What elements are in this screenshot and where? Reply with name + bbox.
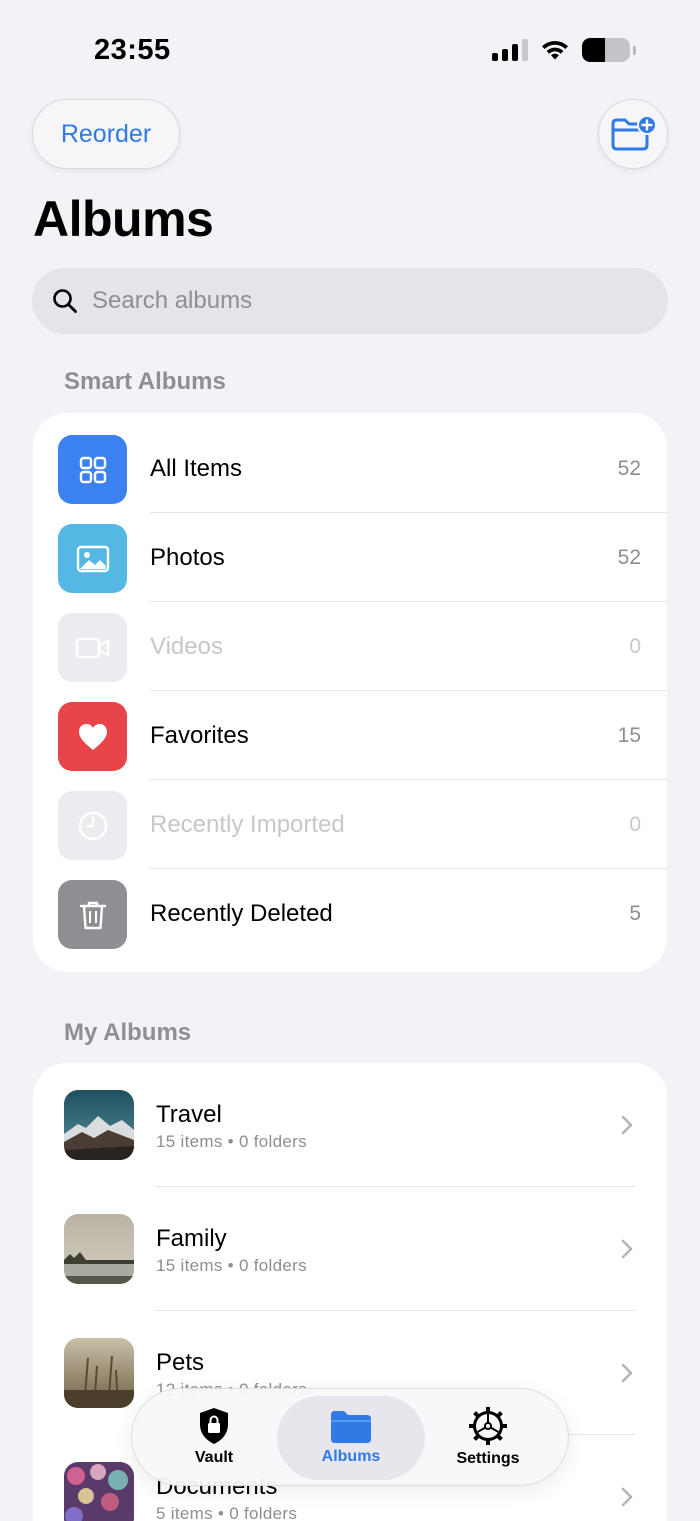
tab-albums[interactable]: Albums: [277, 1396, 425, 1480]
smart-album-all-items[interactable]: All Items 52: [33, 424, 667, 513]
album-row-travel[interactable]: Travel 15 items • 0 folders: [33, 1063, 667, 1187]
smart-album-label: All Items: [150, 455, 243, 482]
tab-bar: Vault Albums Settings: [131, 1388, 569, 1486]
smart-album-videos[interactable]: Videos 0: [33, 602, 667, 691]
album-item-count: 5 items: [156, 1504, 213, 1521]
album-folder-count: 0 folders: [229, 1504, 298, 1521]
chevron-right-icon: [621, 1487, 633, 1507]
folder-icon: [331, 1411, 371, 1443]
smart-album-label: Videos: [150, 633, 223, 660]
smart-album-count: 5: [629, 902, 641, 925]
album-name: Travel: [156, 1101, 222, 1128]
chevron-right-icon: [621, 1115, 633, 1135]
status-bar: 23:55: [0, 0, 700, 100]
video-icon: [58, 613, 127, 682]
tab-label: Albums: [321, 1448, 381, 1465]
tab-vault[interactable]: Vault: [154, 1389, 274, 1485]
album-folder-count: 0 folders: [238, 1256, 307, 1275]
heart-icon: [58, 702, 127, 771]
shield-lock-icon: [200, 1408, 228, 1444]
cellular-signal-icon: [492, 39, 528, 61]
smart-album-count: 52: [617, 457, 641, 480]
smart-album-label: Recently Deleted: [150, 900, 333, 927]
tab-label: Vault: [194, 1449, 234, 1466]
album-thumbnail: [64, 1090, 134, 1160]
trash-icon: [58, 880, 127, 949]
smart-album-label: Photos: [150, 544, 225, 571]
page-title: Albums: [33, 191, 214, 247]
smart-albums-card: All Items 52 Photos 52 Videos 0 Favorite…: [33, 413, 667, 972]
smart-album-photos[interactable]: Photos 52: [33, 513, 667, 602]
tab-label: Settings: [456, 1450, 520, 1467]
smart-album-favorites[interactable]: Favorites 15: [33, 691, 667, 780]
album-folder-count: 0 folders: [238, 1132, 307, 1151]
chevron-right-icon: [621, 1239, 633, 1259]
smart-album-count: 0: [629, 635, 641, 658]
album-thumbnail: [64, 1462, 134, 1521]
album-item-count: 15 items: [156, 1132, 223, 1151]
grid-icon: [58, 435, 127, 504]
my-albums-header: My Albums: [64, 1019, 192, 1046]
smart-album-label: Favorites: [150, 722, 249, 749]
status-icons: [492, 38, 636, 62]
search-bar[interactable]: [32, 268, 668, 334]
reorder-button[interactable]: Reorder: [32, 99, 180, 169]
album-meta: 15 items • 0 folders: [156, 1132, 307, 1151]
album-thumbnail: [64, 1338, 134, 1408]
smart-album-count: 15: [617, 724, 641, 747]
smart-album-label: Recently Imported: [150, 811, 345, 838]
album-thumbnail: [64, 1214, 134, 1284]
battery-cap: [633, 45, 636, 55]
clock-icon: [58, 791, 127, 860]
smart-album-count: 52: [617, 546, 641, 569]
wifi-icon: [542, 40, 568, 60]
gear-icon: [469, 1407, 507, 1445]
album-name: Family: [156, 1225, 227, 1252]
album-name: Pets: [156, 1349, 205, 1376]
search-input[interactable]: [92, 287, 632, 315]
folder-plus-icon: [611, 115, 656, 151]
photo-icon: [58, 524, 127, 593]
chevron-right-icon: [621, 1363, 633, 1383]
smart-albums-header: Smart Albums: [64, 368, 226, 395]
tab-settings[interactable]: Settings: [428, 1389, 548, 1485]
smart-album-recently-imported[interactable]: Recently Imported 0: [33, 780, 667, 869]
album-row-family[interactable]: Family 15 items • 0 folders: [33, 1187, 667, 1311]
smart-album-count: 0: [629, 813, 641, 836]
album-item-count: 15 items: [156, 1256, 223, 1275]
album-meta: 5 items • 0 folders: [156, 1504, 298, 1521]
status-time: 23:55: [94, 34, 171, 66]
smart-album-recently-deleted[interactable]: Recently Deleted 5: [33, 869, 667, 958]
new-album-button[interactable]: [598, 99, 668, 169]
battery-icon: [582, 38, 630, 62]
search-icon: [53, 289, 77, 313]
album-meta: 15 items • 0 folders: [156, 1256, 307, 1275]
